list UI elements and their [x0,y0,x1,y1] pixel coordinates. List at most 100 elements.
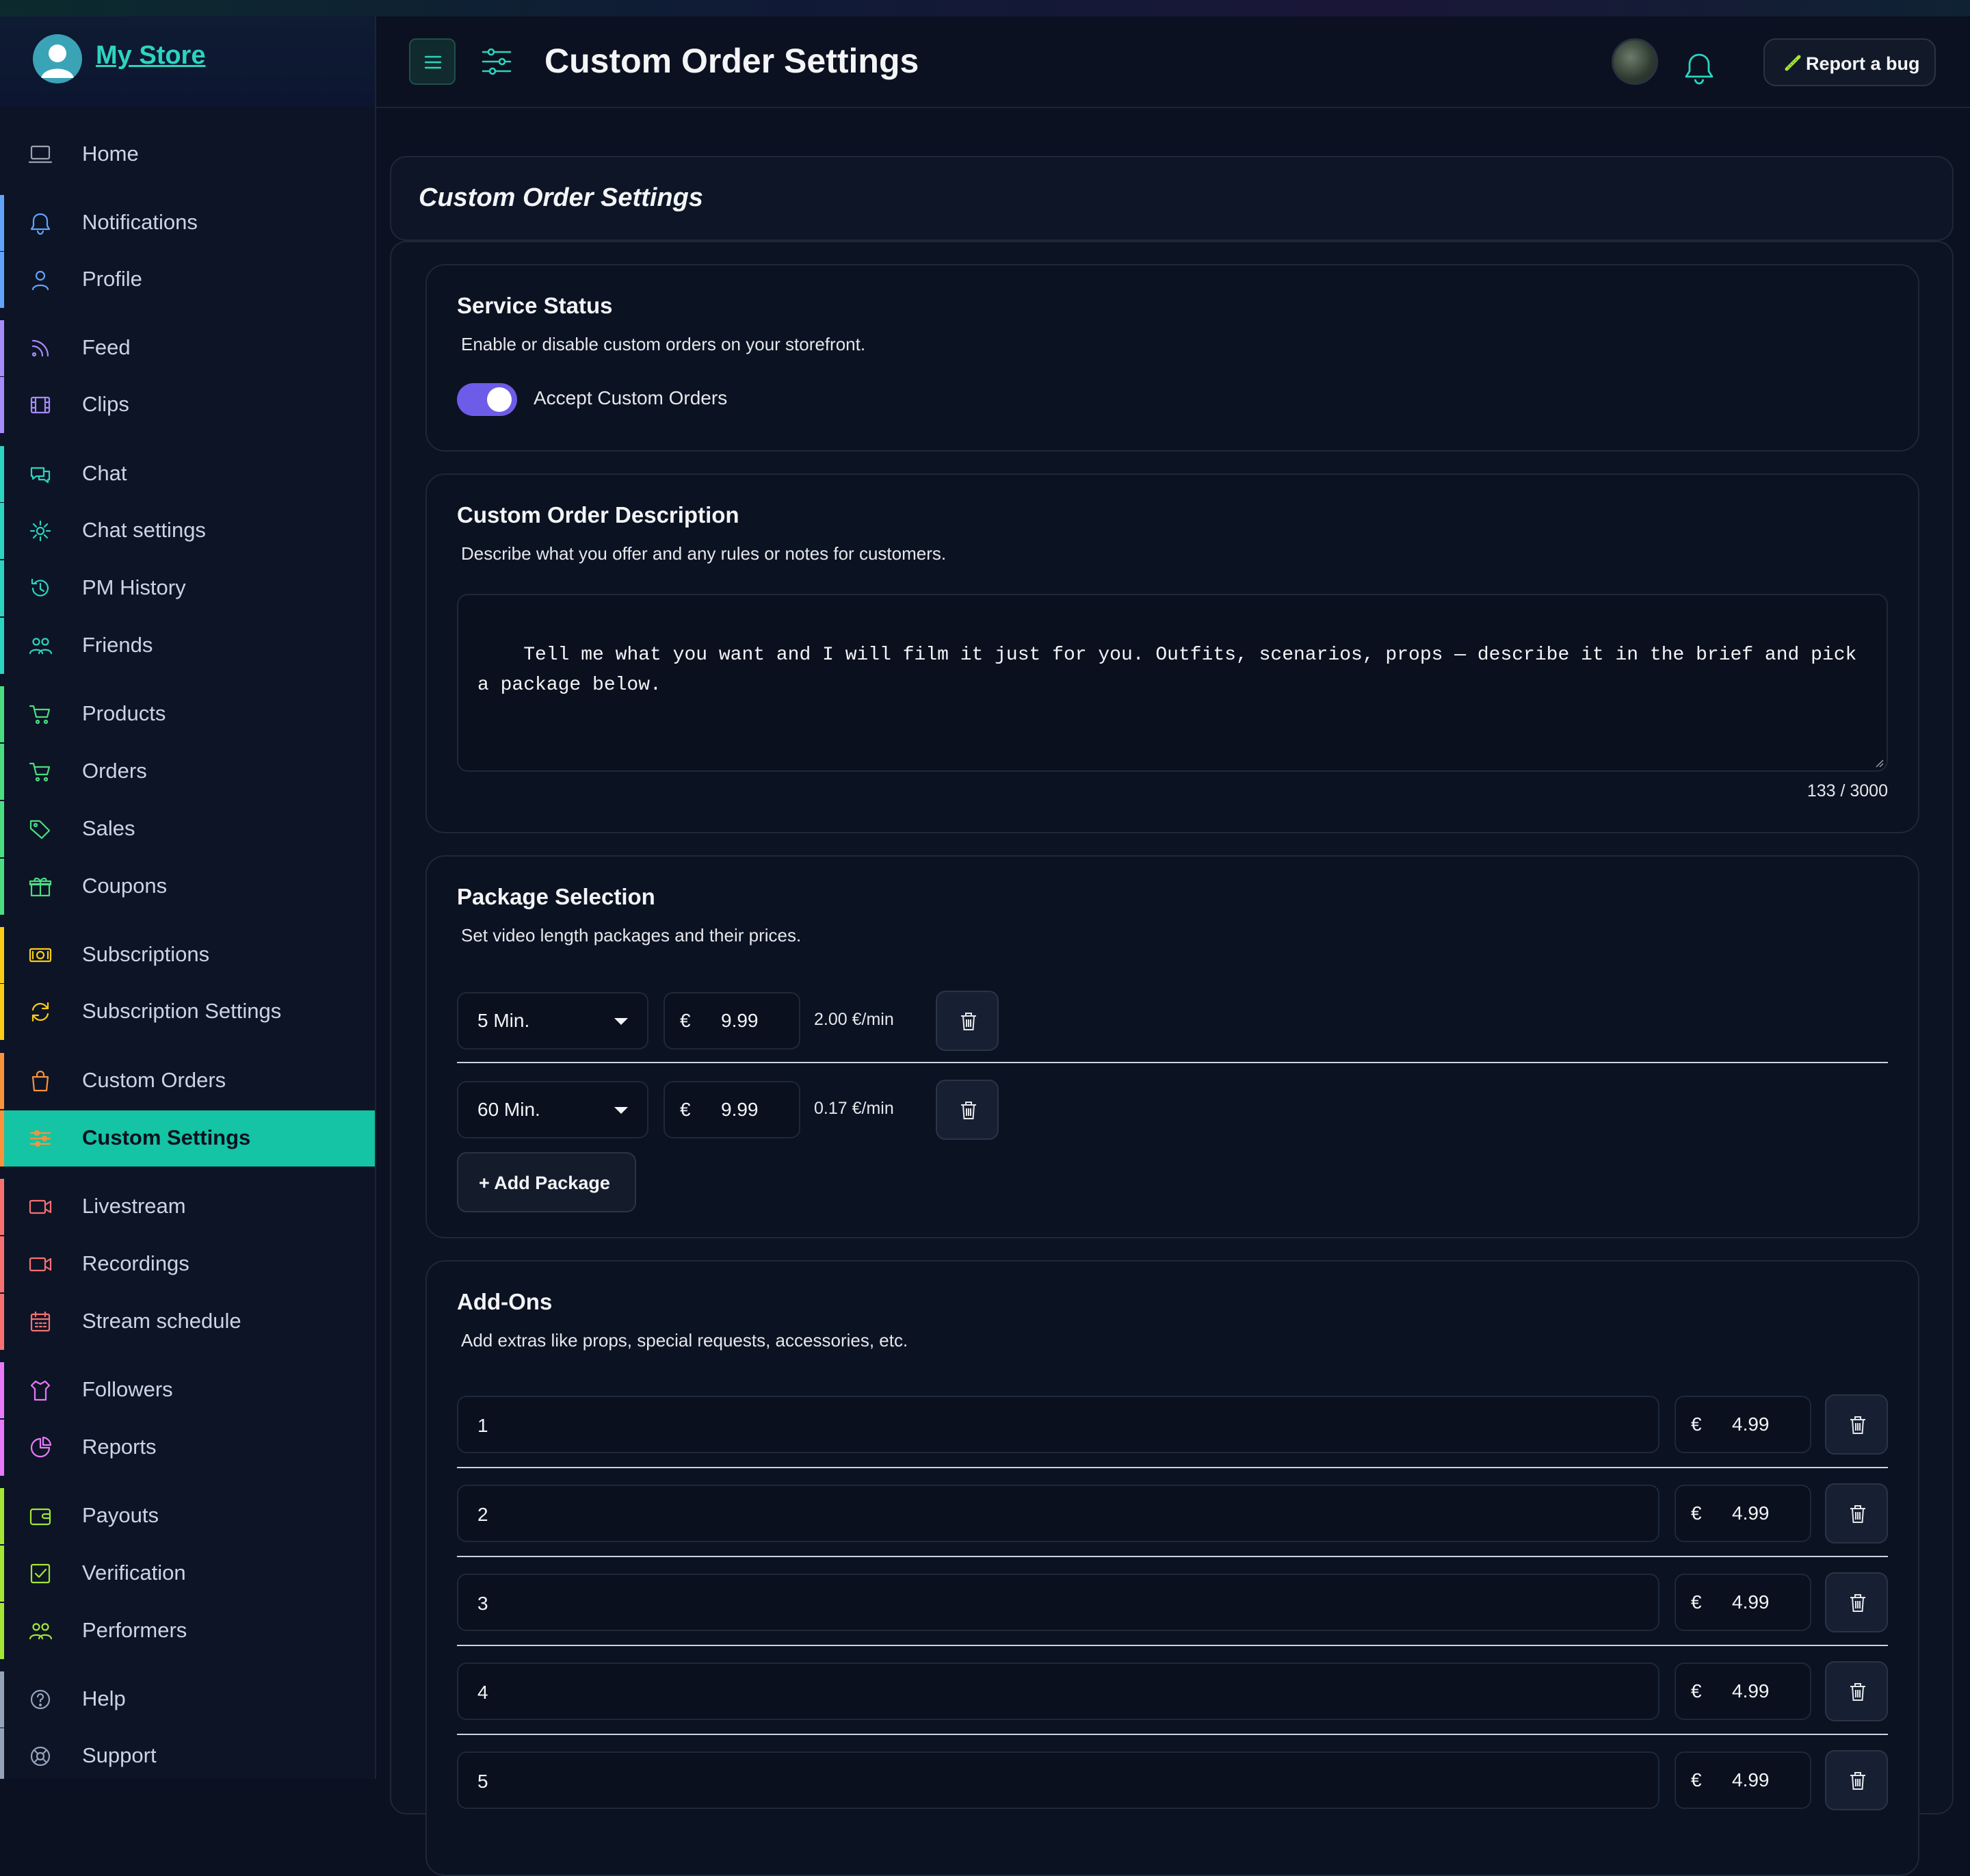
addon-price-input[interactable]: €4.99 [1674,1663,1811,1720]
price-value: 4.99 [1732,1769,1770,1790]
section-title: Package Selection [457,884,655,909]
sidebar-item-label: Support [82,1743,157,1767]
addon-price-input[interactable]: €4.99 [1674,1485,1811,1542]
sidebar-item-payouts[interactable]: Payouts [0,1488,375,1544]
sidebar-item-sales[interactable]: Sales [0,801,375,857]
sidebar-item-label: Profile [82,267,142,291]
sidebar-item-support[interactable]: Support [0,1728,375,1779]
store-link[interactable]: My Store [96,41,205,70]
film-icon [27,392,53,418]
sidebar-item-recordings[interactable]: Recordings [0,1236,375,1292]
sidebar-item-coupons[interactable]: Coupons [0,859,375,915]
sidebar-item-livestream[interactable]: Livestream [0,1179,375,1235]
package-price-input[interactable]: €9.99 [664,992,800,1050]
sidebar-item-friends[interactable]: Friends [0,618,375,674]
sidebar-item-chat[interactable]: Chat [0,446,375,502]
delete-addon-button[interactable] [1825,1750,1888,1810]
sidebar-group-bar [0,446,4,502]
resize-grip-icon[interactable] [1873,757,1884,768]
cart-icon [27,701,53,727]
sidebar-item-pm-history[interactable]: PM History [0,560,375,616]
addon-price-input[interactable]: €4.99 [1674,1751,1811,1809]
sidebar-item-chat-settings[interactable]: Chat settings [0,503,375,559]
report-bug-button[interactable]: Report a bug [1763,38,1936,86]
row-divider [457,1734,1888,1735]
addon-name-input[interactable]: 2 [457,1485,1659,1542]
sidebar-item-verification[interactable]: Verification [0,1546,375,1602]
duration-select[interactable]: 5 Min. [457,992,648,1050]
service-status-section: Service Status Enable or disable custom … [425,264,1919,452]
description-section: Custom Order Description Describe what y… [425,473,1919,833]
sidebar-item-followers[interactable]: Followers [0,1362,375,1418]
accept-orders-toggle[interactable] [457,383,517,416]
sidebar-item-custom-settings[interactable]: Custom Settings [0,1110,375,1167]
sidebar-item-label: Chat [82,461,127,485]
sidebar-item-reports[interactable]: Reports [0,1420,375,1476]
sidebar-group-bar [0,984,4,1040]
description-textarea[interactable]: Tell me what you want and I will film it… [457,594,1888,772]
sidebar-item-feed[interactable]: Feed [0,320,375,376]
duration-select[interactable]: 60 Min. [457,1081,648,1138]
character-counter: 133 / 3000 [1807,781,1888,800]
sidebar-item-label: Home [82,142,139,166]
sidebar-group-bar [0,1236,4,1292]
addon-name-value: 3 [477,1593,488,1614]
addons-section: Add-Ons Add extras like props, special r… [425,1260,1919,1876]
sidebar-item-label: Stream schedule [82,1309,241,1333]
package-price-input[interactable]: €9.99 [664,1081,800,1138]
addon-name-input[interactable]: 1 [457,1396,1659,1453]
currency-symbol: € [680,1010,691,1031]
price-value: 4.99 [1732,1680,1770,1702]
sidebar-item-help[interactable]: Help [0,1671,375,1728]
sidebar-item-notifications[interactable]: Notifications [0,195,375,251]
laptop-icon [27,142,53,168]
sidebar-item-home[interactable]: Home [0,127,375,183]
user-icon [27,267,53,293]
sidebar-group-bar [0,320,4,376]
sidebar-item-subscriptions[interactable]: Subscriptions [0,927,375,983]
sidebar-item-performers[interactable]: Performers [0,1603,375,1659]
delete-addon-button[interactable] [1825,1483,1888,1543]
per-minute-rate: 2.00 €/min [814,1010,894,1029]
sidebar-item-clips[interactable]: Clips [0,377,375,433]
addon-name-input[interactable]: 4 [457,1663,1659,1720]
addon-price-input[interactable]: €4.99 [1674,1396,1811,1453]
bell-icon[interactable] [1683,51,1716,86]
delete-addon-button[interactable] [1825,1661,1888,1721]
sidebar-item-orders[interactable]: Orders [0,744,375,800]
addon-name-input[interactable]: 5 [457,1751,1659,1809]
sidebar-group-bar [0,1603,4,1659]
sidebar-item-label: Custom Settings [82,1125,251,1149]
section-description: Enable or disable custom orders on your … [461,334,866,354]
user-avatar[interactable] [1612,38,1658,85]
sidebar-group-bar [0,744,4,800]
currency-symbol: € [1691,1502,1702,1524]
video-icon [27,1194,53,1220]
delete-package-button[interactable] [936,991,999,1051]
sidebar-group-bar [0,859,4,915]
menu-toggle-button[interactable] [409,38,456,85]
add-package-button[interactable]: + Add Package [457,1152,636,1212]
sidebar-group-bar [0,1362,4,1418]
sidebar-group-bar [0,1420,4,1476]
sidebar-group-bar [0,1294,4,1350]
delete-addon-button[interactable] [1825,1572,1888,1632]
addon-price-input[interactable]: €4.99 [1674,1574,1811,1631]
top-gradient-strip [0,0,1970,16]
sidebar-item-label: Coupons [82,874,168,898]
tags-icon [27,816,53,842]
sidebar-item-subscription-settings[interactable]: Subscription Settings [0,984,375,1040]
sidebar-group-bar [0,560,4,616]
addon-name-input[interactable]: 3 [457,1574,1659,1631]
delete-package-button[interactable] [936,1080,999,1140]
page-title: Custom Order Settings [544,42,919,80]
sidebar-item-label: Followers [82,1377,173,1401]
brand-header: My Store [0,16,375,107]
sidebar-item-custom-orders[interactable]: Custom Orders [0,1053,375,1109]
sidebar-item-stream-schedule[interactable]: Stream schedule [0,1294,375,1350]
store-avatar[interactable] [33,34,82,83]
sidebar-item-products[interactable]: Products [0,686,375,742]
sidebar-item-profile[interactable]: Profile [0,252,375,308]
delete-addon-button[interactable] [1825,1394,1888,1455]
sidebar-group-bar [0,1110,4,1167]
